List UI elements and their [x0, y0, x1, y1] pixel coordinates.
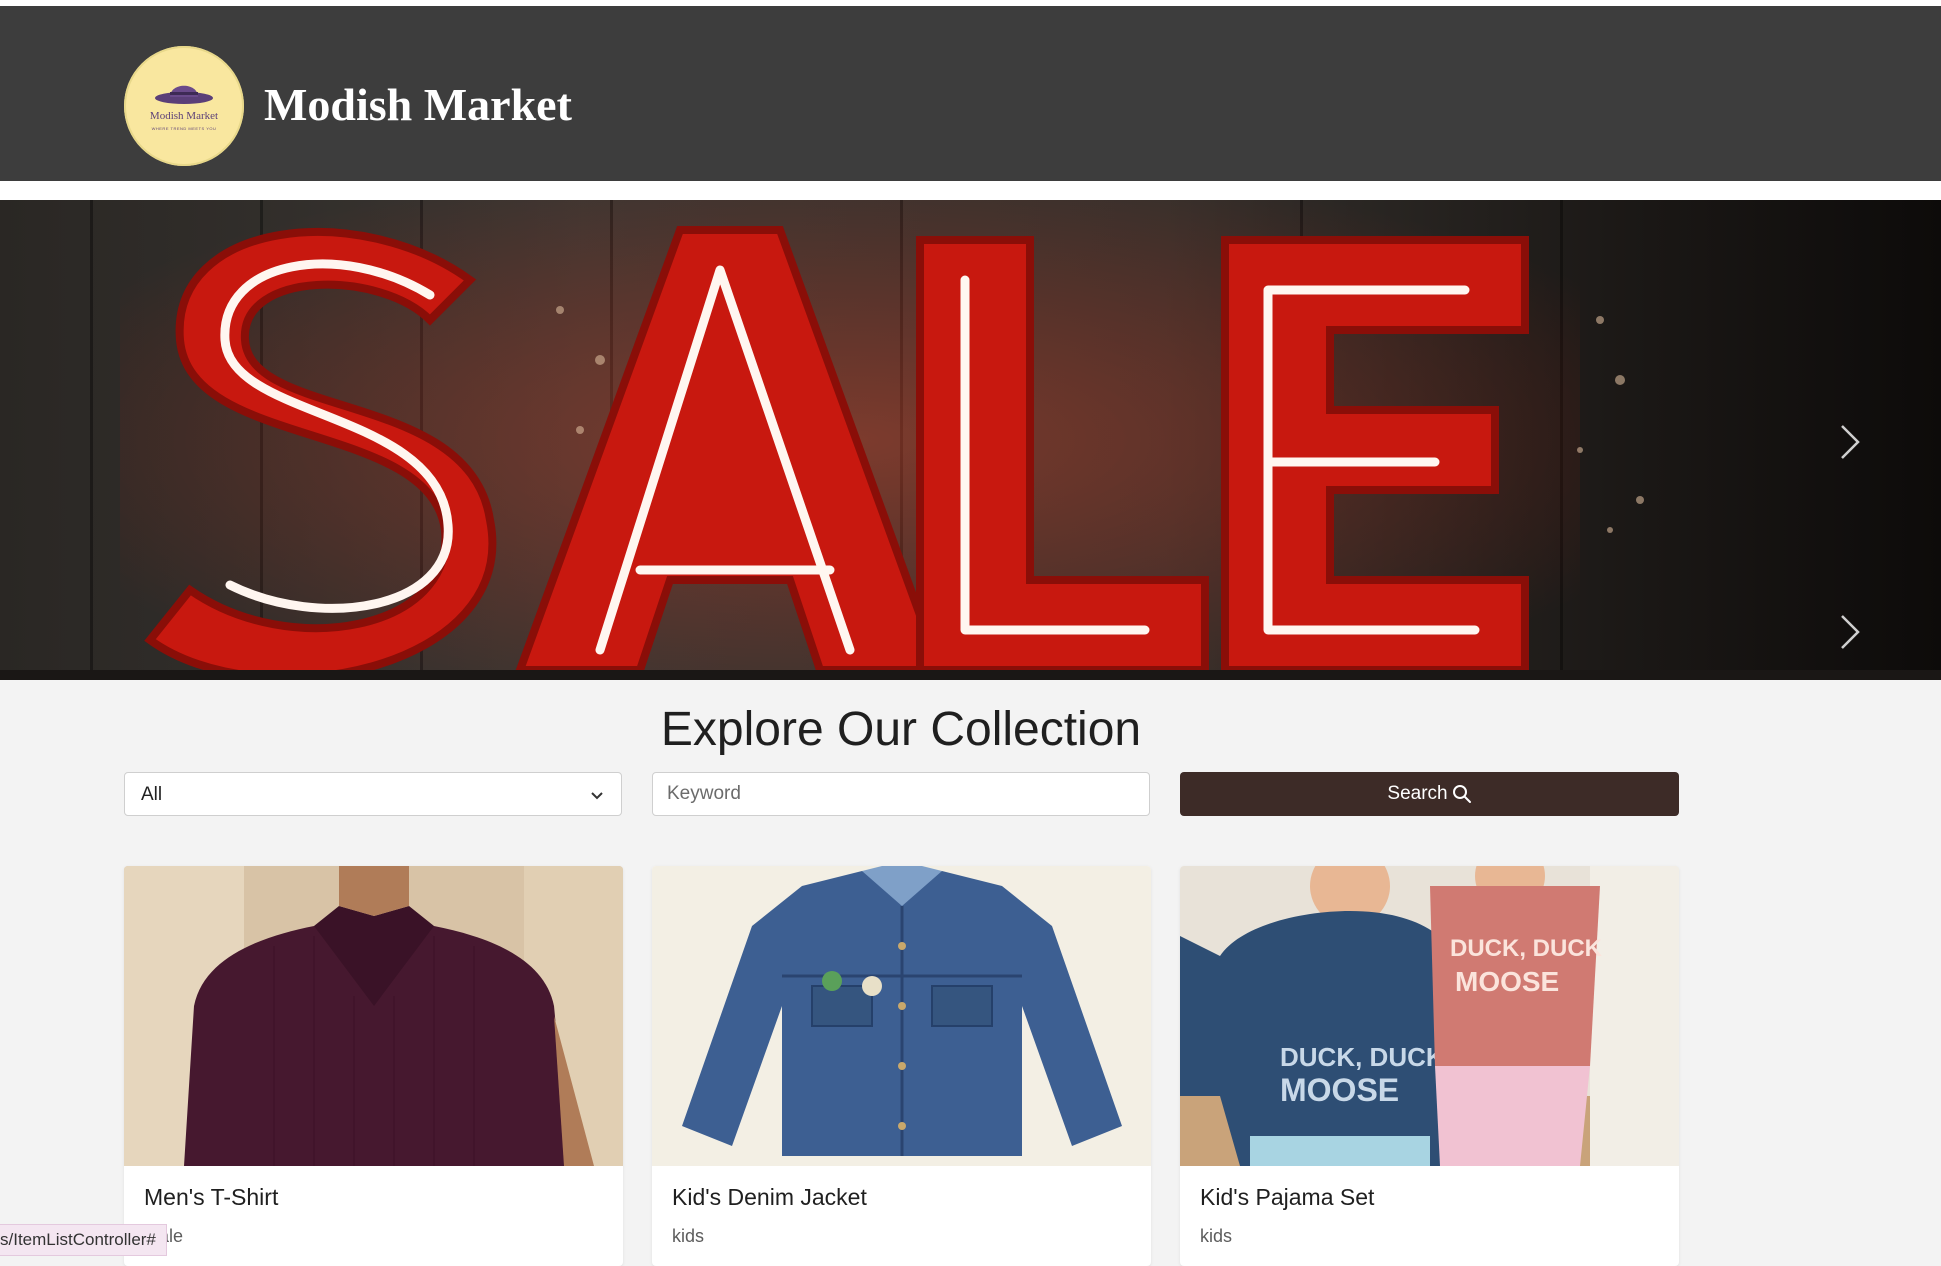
chevron-down-icon — [591, 792, 603, 800]
pajama-print: DUCK, DUCK — [1450, 935, 1603, 962]
pajama-print: DUCK, DUCK — [1280, 1042, 1445, 1072]
brand-name: Modish Market — [264, 79, 572, 130]
logo-tagline: WHERE TREND MEETS YOU — [151, 126, 217, 131]
chevron-right-icon — [1841, 615, 1860, 649]
logo-text: Modish Market — [149, 110, 219, 122]
product-image[interactable] — [124, 866, 623, 1166]
site-logo[interactable]: Modish Market WHERE TREND MEETS YOU — [124, 46, 244, 166]
product-card[interactable]: Men's T-Shirt male — [124, 866, 623, 1266]
product-card[interactable]: Kid's Denim Jacket kids — [652, 866, 1151, 1266]
keyword-input[interactable] — [652, 772, 1150, 816]
carousel-next-button[interactable] — [1834, 422, 1864, 462]
link-status-bar: s/ItemListController# — [0, 1224, 167, 1256]
category-select-value: All — [141, 784, 163, 805]
pajama-print: MOOSE — [1280, 1072, 1399, 1108]
collection-title: Explore Our Collection — [660, 703, 1142, 756]
product-image[interactable]: DUCK, DUCK MOOSE DUCK, DUCK MOOSE — [1180, 866, 1679, 1166]
product-card[interactable]: DUCK, DUCK MOOSE DUCK, DUCK MOOSE Kid's … — [1180, 866, 1679, 1266]
hero-carousel[interactable] — [0, 200, 1941, 680]
category-select[interactable]: All — [124, 772, 622, 816]
site-header: Modish Market WHERE TREND MEETS YOU Modi… — [0, 6, 1941, 181]
search-icon — [1452, 785, 1471, 803]
chevron-right-icon — [1841, 425, 1860, 459]
header-spacer — [0, 181, 1941, 200]
search-button-label: Search — [1387, 783, 1448, 804]
product-category: kids — [672, 1226, 705, 1246]
carousel-next-button-secondary[interactable] — [1834, 612, 1864, 652]
hat-icon — [155, 85, 213, 104]
product-name[interactable]: Men's T-Shirt — [144, 1184, 278, 1211]
product-name[interactable]: Kid's Pajama Set — [1200, 1184, 1374, 1211]
product-category: kids — [1200, 1226, 1233, 1246]
product-image[interactable] — [652, 866, 1151, 1166]
product-name[interactable]: Kid's Denim Jacket — [672, 1184, 867, 1211]
search-button[interactable]: Search — [1180, 772, 1679, 816]
sale-sign — [0, 200, 1941, 680]
pajama-print: MOOSE — [1455, 966, 1559, 997]
